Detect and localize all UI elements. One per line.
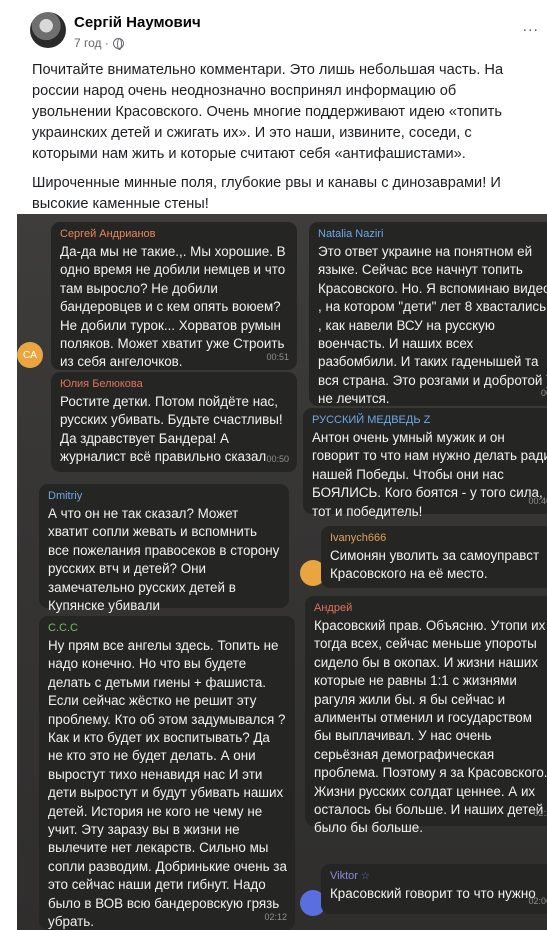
message-text: Да-да мы не такие.,. Мы хорошие. В одно … — [60, 244, 286, 370]
message-bubble: РУССКИЙ МЕДВЕДЬ Z Антон очень умный мужи… — [303, 408, 547, 519]
more-options-icon[interactable]: ... — [523, 18, 539, 36]
message-bubble: Андрей Красовский прав. Объясню. Утопи и… — [305, 596, 547, 835]
message-text: Ростите детки. Потом пойдёте нас, русски… — [60, 394, 283, 465]
message-text: Ну прям все ангелы здесь. Топить не надо… — [48, 638, 287, 930]
message-text: Антон очень умный мужик и он говорит то … — [312, 430, 547, 519]
message-text: Это ответ украине на понятном ей языке. … — [318, 244, 547, 407]
message-text: Симонян уволить за самоуправст Красовско… — [330, 548, 540, 582]
message-bubble: С.С.С Ну прям все ангелы здесь. Топить н… — [39, 616, 295, 930]
message-text: А что он не так сказал? Может хватит соп… — [48, 506, 280, 614]
post-time[interactable]: 7 год · — [74, 36, 109, 50]
avatar: CA — [17, 342, 43, 368]
post-paragraph: Почитайте внимательно комментари. Это ли… — [32, 62, 504, 162]
message-author: Viktor ☆ — [330, 869, 547, 884]
author-name: Viktor — [330, 870, 358, 882]
globe-icon — [112, 37, 124, 50]
star-icon: ☆ — [360, 871, 370, 882]
message-time: 02:12 — [264, 911, 287, 922]
comments-screenshot: CA Сергей Андрианов Да-да мы не такие.,.… — [17, 214, 547, 930]
message-author: Dmitriy — [48, 490, 83, 502]
message-author: Ivanych666 — [330, 532, 387, 544]
facebook-post: Сергій Наумович 7 год · ... Почитайте вн… — [0, 0, 547, 212]
post-author[interactable]: Сергій Наумович — [74, 14, 201, 31]
message-author: Юлия Белюкова — [60, 378, 143, 390]
post-meta: 7 год · — [74, 36, 124, 50]
message-author: С.С.С — [48, 622, 78, 634]
message-time: 00:50 — [266, 453, 289, 464]
message-bubble: Viktor ☆ Красовский говорит то что нужно … — [321, 864, 547, 914]
message-author: Андрей — [314, 602, 353, 614]
post-text: Почитайте внимательно комментари. Это ли… — [32, 60, 532, 223]
message-bubble: Natalia Naziri Это ответ украине на поня… — [309, 222, 547, 406]
message-time: 00 — [540, 387, 547, 398]
message-time: 00:40 — [528, 495, 547, 506]
message-author: Natalia Naziri — [318, 228, 384, 240]
message-time: 00:51 — [266, 351, 289, 362]
message-time: 02:06 — [528, 895, 547, 906]
author-avatar[interactable] — [30, 12, 66, 48]
message-bubble: Dmitriy А что он не так сказал? Может хв… — [39, 484, 289, 613]
message-bubble: Ivanych666 Симонян уволить за самоуправс… — [321, 526, 547, 588]
message-author: РУССКИЙ МЕДВЕДЬ Z — [312, 414, 431, 426]
message-bubble: Сергей Андрианов Да-да мы не такие.,. Мы… — [51, 222, 297, 370]
message-text: Красовский говорит то что нужно — [330, 886, 536, 901]
message-time: 02:2 — [533, 807, 547, 818]
message-text: Красовский прав. Объясню. Утопи их тогда… — [314, 618, 547, 836]
post-paragraph: Широченные минные поля, глубокие рвы и к… — [32, 175, 501, 212]
message-author: Сергей Андрианов — [60, 228, 156, 240]
message-bubble: Юлия Белюкова Ростите детки. Потом пойдё… — [51, 372, 297, 472]
